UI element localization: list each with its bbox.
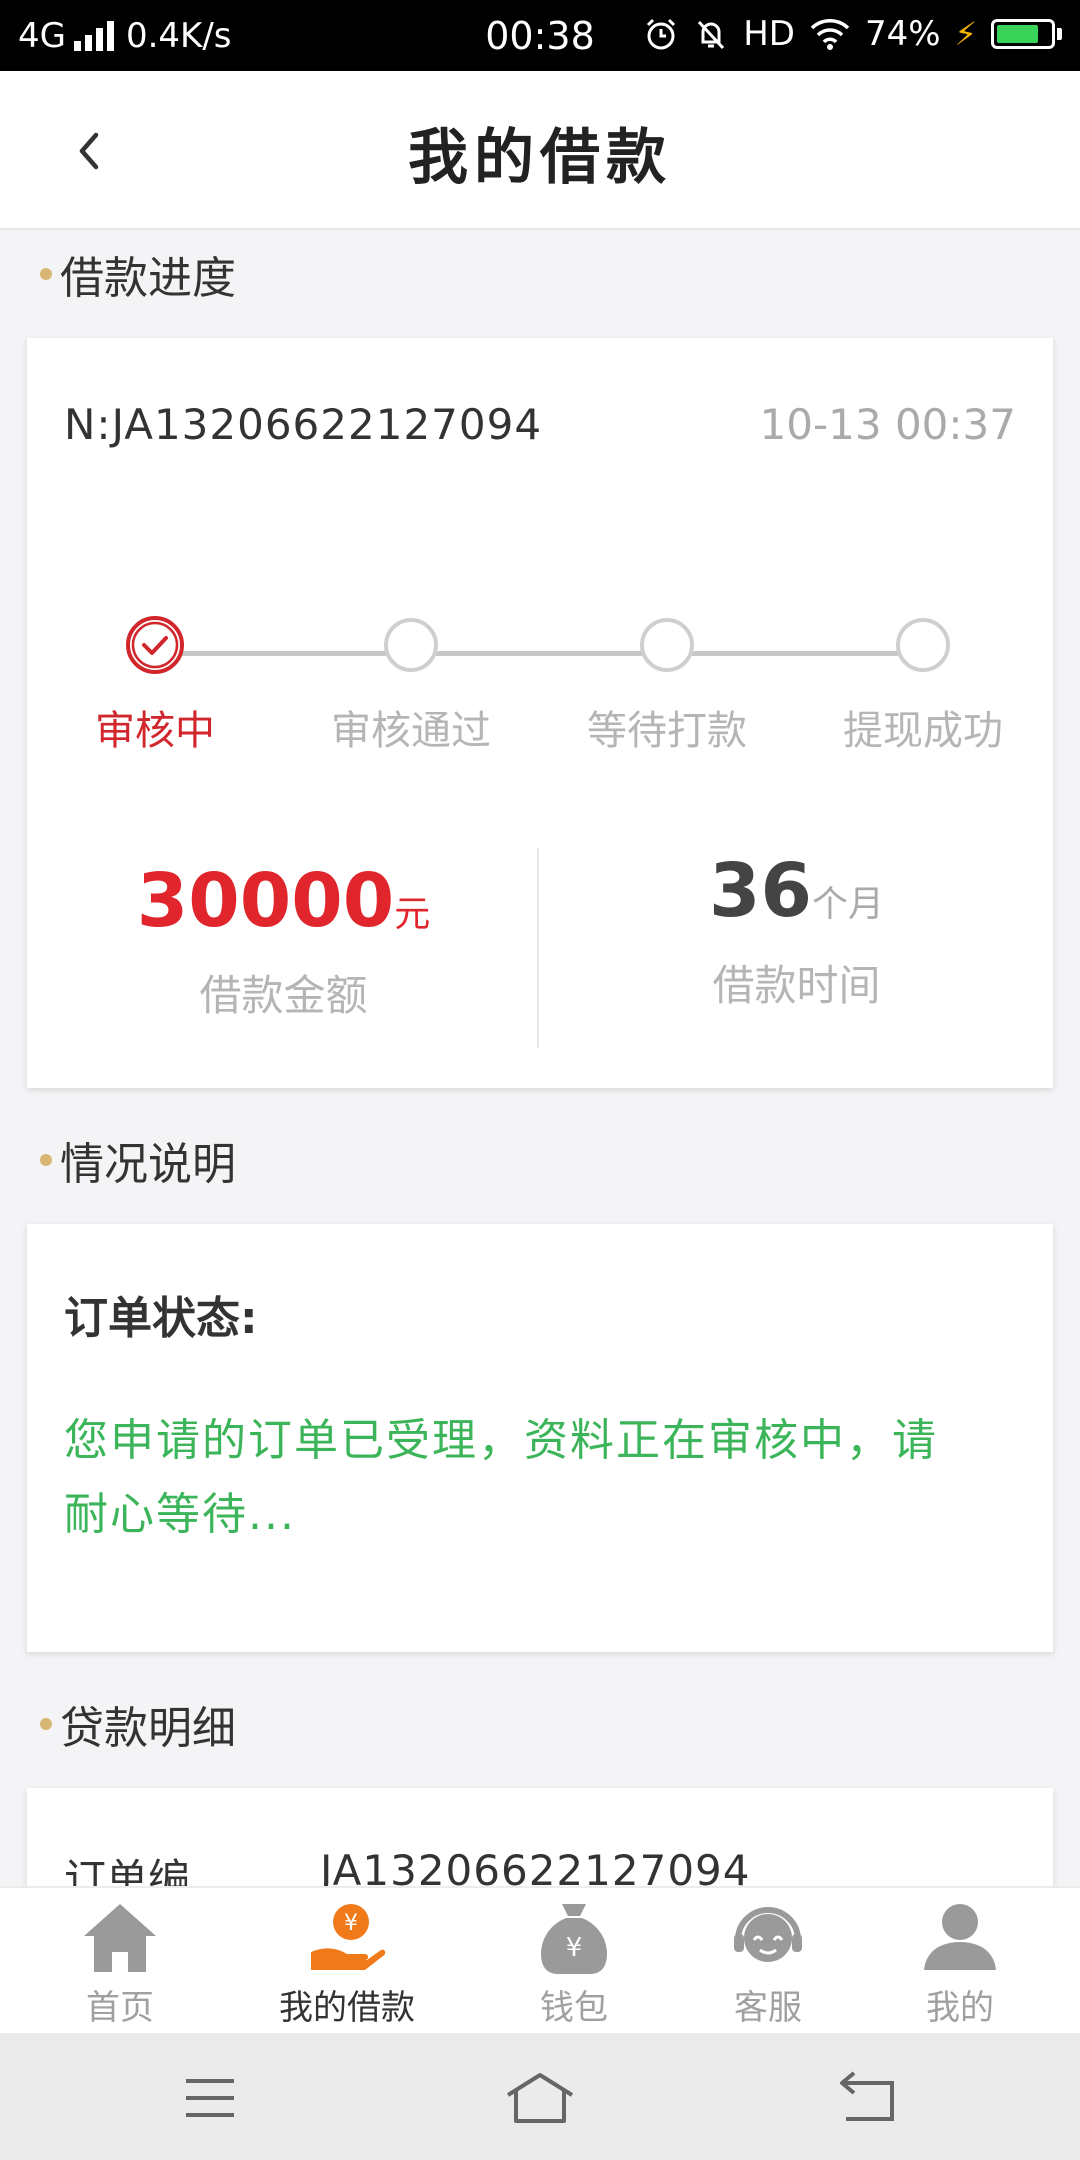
- tab-wallet[interactable]: ¥ 钱包: [474, 1900, 674, 2029]
- tab-customer-service[interactable]: 客服: [668, 1900, 868, 2029]
- vertical-divider: [537, 848, 539, 1048]
- back-nav-icon[interactable]: [820, 2063, 920, 2133]
- svg-text:¥: ¥: [566, 1933, 583, 1963]
- section-title-progress: 借款进度: [40, 242, 236, 306]
- step-label: 审核通过: [331, 708, 491, 754]
- mute-bell-icon: [698, 20, 725, 50]
- loan-amount-label: 借款金额: [199, 971, 368, 1020]
- loan-progress-card: N:JA13206622127094 10-13 00:37 审核中 审核通过 …: [27, 338, 1053, 1088]
- step-reviewing: 审核中: [45, 616, 265, 756]
- step-check-icon: [126, 616, 184, 674]
- battery-percent: 74%: [864, 14, 941, 54]
- status-card: 订单状态: 您申请的订单已受理，资料正在审核中，请耐心等待...: [27, 1224, 1053, 1652]
- tab-home[interactable]: 首页: [20, 1900, 220, 2029]
- step-label: 等待打款: [587, 708, 747, 754]
- loan-amount: 30000元 借款金额: [27, 858, 540, 1023]
- tab-me[interactable]: 我的: [860, 1900, 1060, 2029]
- tab-label: 首页: [86, 1988, 154, 2028]
- step-withdraw-success: 提现成功: [813, 618, 1033, 756]
- alarm-icon: [647, 18, 676, 50]
- section-dot: [40, 1718, 52, 1730]
- section-title-text: 借款进度: [60, 253, 236, 304]
- section-dot: [40, 1154, 52, 1166]
- bottom-tab-bar: 首页 ¥ 我的借款 ¥ 钱包 客服 我的: [0, 1886, 1080, 2035]
- status-right: HD 74% ⚡: [643, 14, 1062, 54]
- wallet-bag-icon: ¥: [541, 1904, 607, 1974]
- step-circle-icon: [640, 618, 694, 672]
- tab-label: 我的: [926, 1988, 994, 2028]
- tab-label: 客服: [734, 1988, 802, 2028]
- step-circle-icon: [896, 618, 950, 672]
- loan-term: 36个月 借款时间: [540, 848, 1053, 1013]
- progress-steps: 审核中 审核通过 等待打款 提现成功: [27, 616, 1053, 758]
- step-circle-icon: [384, 618, 438, 672]
- battery-icon: [991, 19, 1062, 49]
- loan-term-label: 借款时间: [712, 961, 881, 1010]
- top-bar: 我的借款: [0, 71, 1080, 230]
- order-number: N:JA13206622127094: [64, 400, 543, 449]
- section-dot: [40, 268, 52, 280]
- step-awaiting-payment: 等待打款: [557, 618, 777, 756]
- loan-hand-icon: ¥: [311, 1904, 386, 1970]
- order-status-message: 您申请的订单已受理，资料正在审核中，请耐心等待...: [64, 1415, 938, 1540]
- home-nav-icon[interactable]: [490, 2063, 590, 2133]
- order-status-title: 订单状态:: [64, 1293, 258, 1344]
- page-title: 我的借款: [408, 123, 672, 193]
- tab-label: 钱包: [540, 1988, 608, 2028]
- home-icon: [84, 1904, 156, 1972]
- customer-service-icon: [734, 1907, 802, 1962]
- loan-term-unit: 个月: [811, 884, 884, 925]
- loan-term-value: 36: [709, 848, 812, 934]
- step-approved: 审核通过: [301, 618, 521, 756]
- section-title-status: 情况说明: [40, 1128, 236, 1192]
- tab-label: 我的借款: [279, 1988, 415, 2028]
- hd-indicator: HD: [743, 14, 795, 54]
- charging-icon: ⚡: [954, 15, 977, 53]
- section-title-text: 贷款明细: [60, 1703, 236, 1754]
- step-label: 提现成功: [843, 708, 1003, 754]
- step-label: 审核中: [95, 708, 215, 754]
- status-bar: 4G 0.4K/s 00:38 HD 74% ⚡: [0, 0, 1080, 71]
- user-icon: [924, 1904, 996, 1970]
- wifi-icon: [810, 19, 850, 50]
- menu-icon[interactable]: [160, 2063, 260, 2133]
- order-time: 10-13 00:37: [759, 400, 1016, 449]
- section-title-text: 情况说明: [60, 1139, 236, 1190]
- loan-amount-unit: 元: [394, 894, 431, 935]
- tab-my-loans[interactable]: ¥ 我的借款: [247, 1900, 447, 2029]
- loan-amount-value: 30000: [136, 858, 395, 944]
- svg-text:¥: ¥: [344, 1911, 358, 1936]
- system-nav-bar: [0, 2033, 1080, 2160]
- section-title-details: 贷款明细: [40, 1692, 236, 1756]
